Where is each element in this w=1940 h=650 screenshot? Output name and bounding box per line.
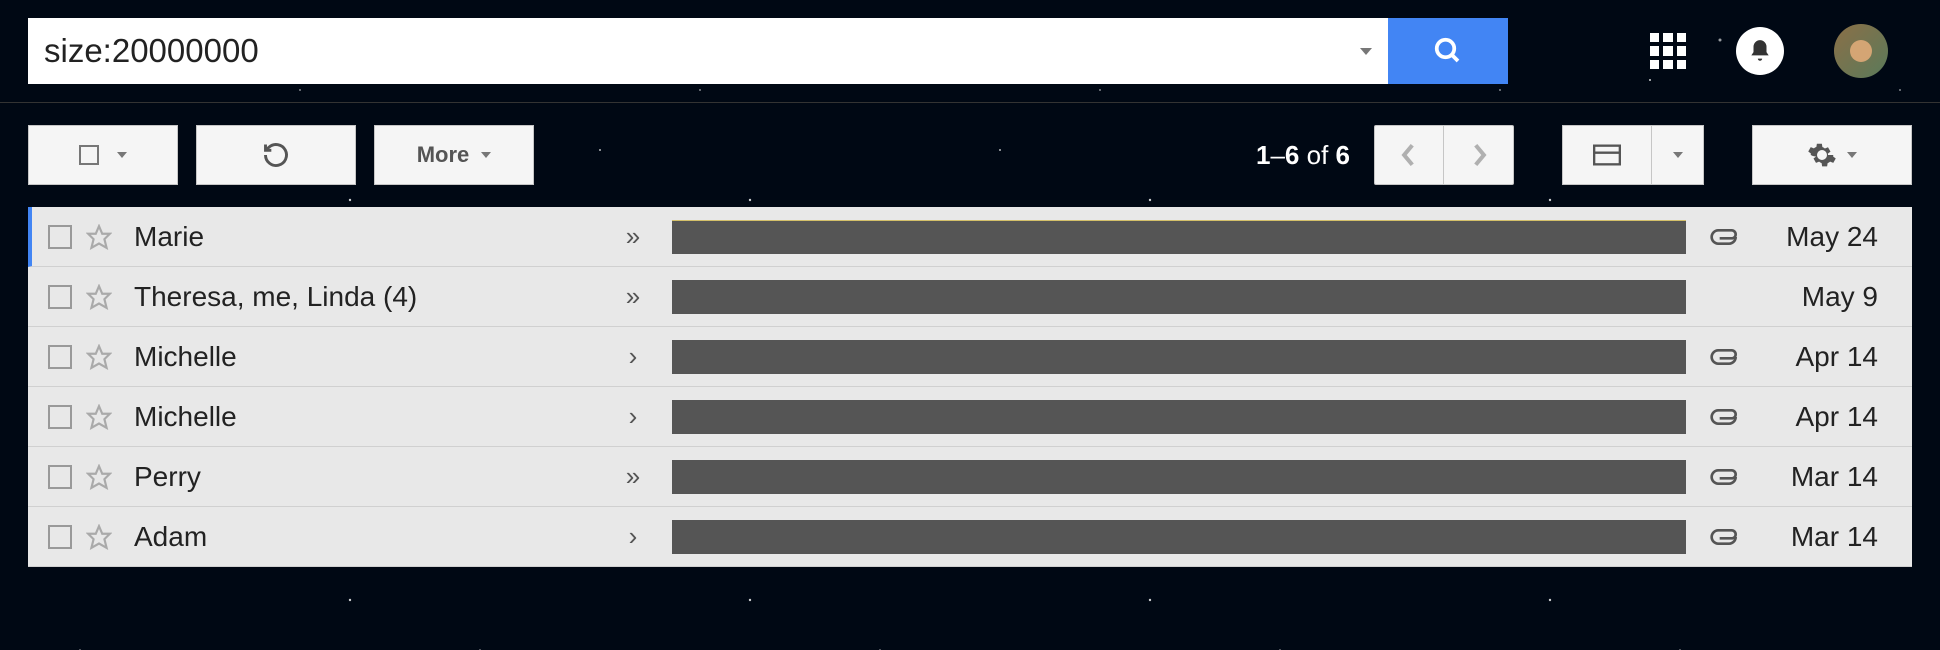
row-checkbox[interactable] <box>48 525 72 549</box>
header <box>0 0 1940 103</box>
chevron-right-icon <box>1470 142 1488 168</box>
more-label: More <box>417 142 470 168</box>
email-row[interactable]: Marie» May 24 <box>28 207 1912 267</box>
star-button[interactable] <box>84 222 114 252</box>
search-button[interactable] <box>1388 18 1508 84</box>
search-options-dropdown[interactable] <box>1344 18 1388 84</box>
row-sender: Perry <box>128 461 608 493</box>
header-right <box>1650 24 1912 78</box>
row-subject-redacted <box>672 460 1686 494</box>
row-attachment <box>1700 465 1750 489</box>
row-subject-redacted <box>672 280 1686 314</box>
caret-down-icon <box>117 152 127 158</box>
caret-down-icon <box>481 152 491 158</box>
avatar[interactable] <box>1834 24 1888 78</box>
search-wrapper <box>28 18 1508 84</box>
search-icon <box>1433 36 1463 66</box>
email-row[interactable]: Adam› Mar 14 <box>28 507 1912 567</box>
caret-down-icon <box>1847 152 1857 158</box>
email-row[interactable]: Michelle› Apr 14 <box>28 327 1912 387</box>
row-marker: » <box>608 221 658 252</box>
row-subject-redacted <box>672 520 1686 554</box>
row-marker: » <box>608 461 658 492</box>
row-checkbox[interactable] <box>48 405 72 429</box>
row-marker: » <box>608 281 658 312</box>
email-list: Marie»May 24Theresa, me, Linda (4)»May 9… <box>28 207 1912 567</box>
row-date: May 24 <box>1750 221 1900 253</box>
attachment-icon <box>1709 225 1741 249</box>
row-sender: Marie <box>128 221 608 253</box>
more-button[interactable]: More <box>374 125 534 185</box>
attachment-icon <box>1709 465 1741 489</box>
star-button[interactable] <box>84 342 114 372</box>
email-row[interactable]: Michelle› Apr 14 <box>28 387 1912 447</box>
row-attachment <box>1700 225 1750 249</box>
star-button[interactable] <box>84 462 114 492</box>
split-pane-toggle <box>1562 125 1704 185</box>
page-prev-button[interactable] <box>1374 125 1444 185</box>
row-date: Mar 14 <box>1750 521 1900 553</box>
row-checkbox[interactable] <box>48 225 72 249</box>
notifications-button[interactable] <box>1736 27 1784 75</box>
split-pane-icon <box>1593 144 1621 166</box>
star-icon <box>86 524 112 550</box>
split-pane-dropdown[interactable] <box>1652 125 1704 185</box>
star-icon <box>86 344 112 370</box>
row-date: Apr 14 <box>1750 401 1900 433</box>
row-checkbox[interactable] <box>48 285 72 309</box>
checkbox-icon <box>79 145 99 165</box>
attachment-icon <box>1709 525 1741 549</box>
row-sender: Theresa, me, Linda (4) <box>128 281 608 313</box>
caret-down-icon <box>1360 48 1372 55</box>
split-pane-button[interactable] <box>1562 125 1652 185</box>
toolbar: More 1–6 of 6 <box>0 103 1940 207</box>
row-date: Apr 14 <box>1750 341 1900 373</box>
page-nav-buttons <box>1374 125 1514 185</box>
attachment-icon <box>1709 405 1741 429</box>
row-checkbox[interactable] <box>48 345 72 369</box>
row-attachment <box>1700 525 1750 549</box>
page-of-label: of <box>1307 140 1329 170</box>
search-input[interactable] <box>28 18 1344 84</box>
star-icon <box>86 404 112 430</box>
row-attachment <box>1700 405 1750 429</box>
row-attachment <box>1700 345 1750 369</box>
gear-icon <box>1807 140 1837 170</box>
row-sender: Michelle <box>128 341 608 373</box>
row-date: May 9 <box>1750 281 1900 313</box>
page-range-end: 6 <box>1285 140 1299 170</box>
refresh-button[interactable] <box>196 125 356 185</box>
select-all-button[interactable] <box>28 125 178 185</box>
row-sender: Michelle <box>128 401 608 433</box>
star-button[interactable] <box>84 282 114 312</box>
star-icon <box>86 284 112 310</box>
row-marker: › <box>608 341 658 372</box>
star-button[interactable] <box>84 522 114 552</box>
page-range-start: 1 <box>1256 140 1270 170</box>
settings-button[interactable] <box>1752 125 1912 185</box>
row-checkbox[interactable] <box>48 465 72 489</box>
row-marker: › <box>608 401 658 432</box>
row-subject-redacted <box>672 220 1686 254</box>
page-next-button[interactable] <box>1444 125 1514 185</box>
email-row[interactable]: Perry» Mar 14 <box>28 447 1912 507</box>
row-subject-redacted <box>672 340 1686 374</box>
caret-down-icon <box>1673 152 1683 158</box>
pagination-text: 1–6 of 6 <box>1256 140 1350 171</box>
row-marker: › <box>608 521 658 552</box>
apps-icon[interactable] <box>1650 33 1686 69</box>
refresh-icon <box>262 141 290 169</box>
star-icon <box>86 224 112 250</box>
pagination: 1–6 of 6 <box>1256 125 1912 185</box>
row-sender: Adam <box>128 521 608 553</box>
attachment-icon <box>1709 345 1741 369</box>
page-total: 6 <box>1336 140 1350 170</box>
star-button[interactable] <box>84 402 114 432</box>
row-date: Mar 14 <box>1750 461 1900 493</box>
star-icon <box>86 464 112 490</box>
row-subject-redacted <box>672 400 1686 434</box>
chevron-left-icon <box>1400 142 1418 168</box>
email-row[interactable]: Theresa, me, Linda (4)» May 9 <box>28 267 1912 327</box>
bell-icon <box>1747 38 1773 64</box>
